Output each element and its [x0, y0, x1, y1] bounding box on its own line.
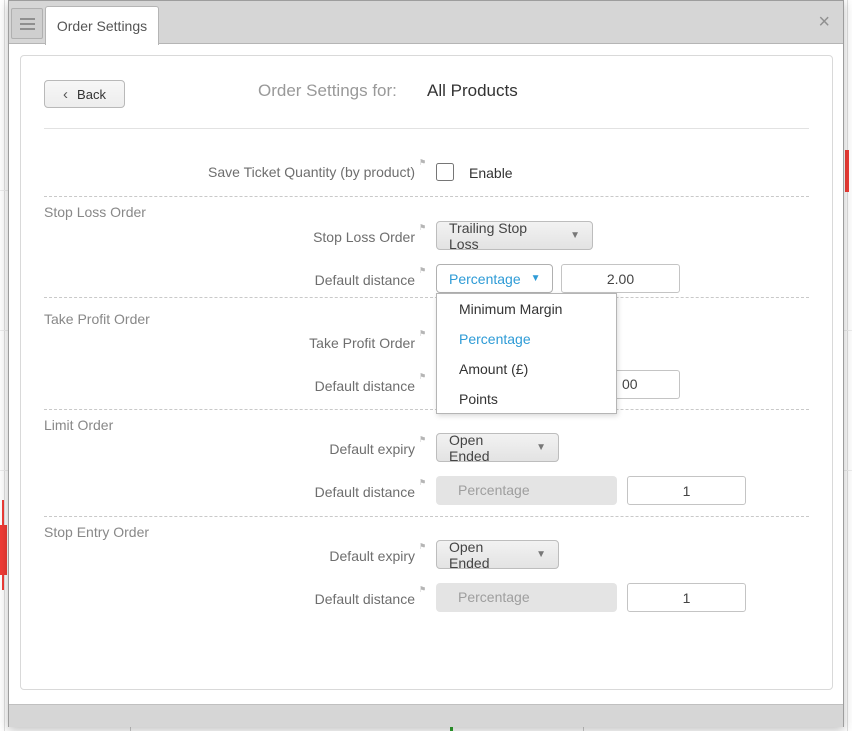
help-flag-icon: ⚑	[419, 330, 426, 338]
help-flag-icon: ⚑	[419, 479, 426, 487]
section-separator	[44, 196, 809, 197]
section-title-stop-entry: Stop Entry Order	[44, 524, 149, 540]
limit-distance-type-field: Percentage	[436, 476, 617, 505]
chart-tick-left-3	[0, 470, 8, 471]
page-title: Order Settings for:	[258, 81, 397, 101]
stop-loss-order-dropdown[interactable]: Trailing Stop Loss ▼	[436, 221, 593, 250]
candle-body-left	[0, 525, 7, 575]
chevron-down-icon: ▼	[536, 442, 546, 453]
chevron-left-icon: ‹	[63, 87, 68, 102]
stop-entry-expiry-value: Open Ended	[449, 539, 526, 571]
help-flag-icon: ⚑	[419, 159, 426, 167]
back-button-label: Back	[77, 87, 106, 102]
stop-loss-order-value: Trailing Stop Loss	[449, 220, 560, 252]
help-flag-icon: ⚑	[419, 586, 426, 594]
stop-loss-distance-label: Default distance	[44, 272, 415, 288]
stop-loss-distance-type-value: Percentage	[449, 271, 521, 287]
stop-entry-distance-input[interactable]	[627, 583, 746, 612]
chart-gridline-right	[847, 0, 848, 731]
limit-expiry-dropdown[interactable]: Open Ended ▼	[436, 433, 559, 462]
help-flag-icon: ⚑	[419, 543, 426, 551]
section-title-limit: Limit Order	[44, 417, 113, 433]
menu-item-percentage[interactable]: Percentage	[437, 324, 616, 354]
chart-gridline-left	[4, 0, 5, 731]
chevron-down-icon: ▼	[531, 273, 541, 284]
take-profit-order-label: Take Profit Order	[44, 335, 415, 351]
tab-label: Order Settings	[57, 18, 147, 34]
stop-entry-distance-type-field: Percentage	[436, 583, 617, 612]
help-flag-icon: ⚑	[419, 267, 426, 275]
candle-body-right	[845, 150, 849, 192]
dialog-tabbar: Order Settings ×	[9, 1, 843, 44]
help-flag-icon: ⚑	[419, 436, 426, 444]
limit-distance-input[interactable]	[627, 476, 746, 505]
close-icon[interactable]: ×	[818, 11, 830, 33]
section-title-stop-loss: Stop Loss Order	[44, 204, 146, 220]
take-profit-distance-input[interactable]: 00	[617, 370, 680, 399]
limit-expiry-value: Open Ended	[449, 432, 526, 464]
section-separator	[44, 516, 809, 517]
take-profit-distance-label: Default distance	[44, 378, 415, 394]
back-button[interactable]: ‹ Back	[44, 80, 125, 108]
stop-entry-expiry-label: Default expiry	[44, 548, 415, 564]
distance-type-menu: Minimum Margin Percentage Amount (£) Poi…	[436, 293, 617, 414]
stop-loss-distance-type-dropdown[interactable]: Percentage ▼	[436, 264, 553, 293]
menu-item-amount[interactable]: Amount (£)	[437, 354, 616, 384]
header-separator	[44, 128, 809, 129]
section-separator	[44, 297, 809, 298]
limit-distance-label: Default distance	[44, 484, 415, 500]
save-ticket-enable-checkbox[interactable]	[436, 163, 454, 181]
save-ticket-quantity-label: Save Ticket Quantity (by product)	[44, 164, 415, 180]
bottom-divider-2	[583, 727, 584, 731]
chart-tick-right-1	[844, 330, 852, 331]
menu-item-points[interactable]: Points	[437, 384, 616, 414]
tab-order-settings[interactable]: Order Settings	[45, 6, 159, 45]
chart-tick-left-1	[0, 190, 8, 191]
hamburger-menu-button[interactable]	[11, 8, 43, 39]
help-flag-icon: ⚑	[419, 373, 426, 381]
limit-expiry-label: Default expiry	[44, 441, 415, 457]
help-flag-icon: ⚑	[419, 224, 426, 232]
dialog-bottombar	[9, 704, 843, 727]
page-title-scope: All Products	[427, 81, 518, 101]
stop-loss-distance-input[interactable]	[561, 264, 680, 293]
enable-label: Enable	[469, 165, 513, 181]
menu-item-minimum-margin[interactable]: Minimum Margin	[437, 294, 616, 324]
stop-entry-distance-label: Default distance	[44, 591, 415, 607]
section-separator	[44, 409, 809, 410]
stop-loss-order-label: Stop Loss Order	[44, 229, 415, 245]
chart-tick-left-2	[0, 330, 8, 331]
section-title-take-profit: Take Profit Order	[44, 311, 150, 327]
stop-entry-expiry-dropdown[interactable]: Open Ended ▼	[436, 540, 559, 569]
chevron-down-icon: ▼	[536, 549, 546, 560]
bottom-divider-1	[130, 727, 131, 731]
chevron-down-icon: ▼	[570, 230, 580, 241]
chart-tick-right-2	[844, 470, 852, 471]
bottom-green-line	[450, 727, 453, 731]
